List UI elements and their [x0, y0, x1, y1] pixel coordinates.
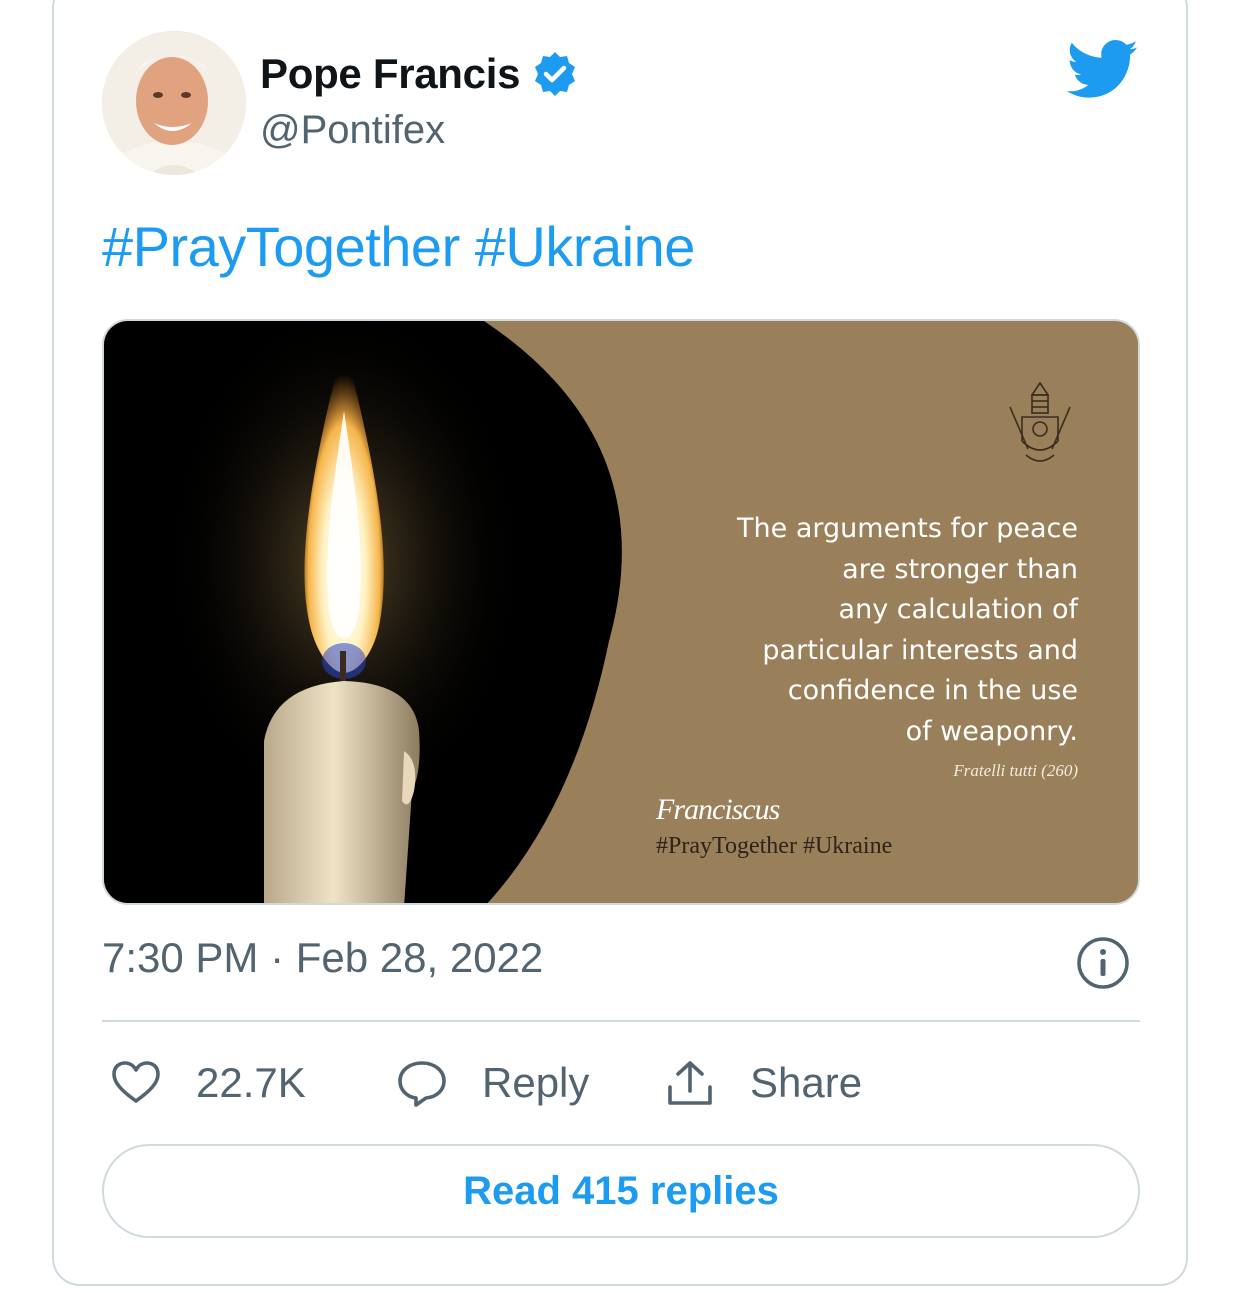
quote-line: any calculation of [838, 594, 1078, 625]
image-quote: The arguments for peace are stronger tha… [658, 509, 1078, 752]
tweet-timestamp[interactable]: 7:30 PM · Feb 28, 2022 [102, 934, 543, 982]
avatar[interactable] [102, 31, 246, 175]
image-hashtags: #PrayTogether #Ukraine [656, 833, 893, 859]
share-label: Share [750, 1059, 863, 1106]
like-count: 22.7K [196, 1059, 306, 1106]
author-handle[interactable]: @Pontifex [260, 108, 445, 153]
reply-button[interactable]: Reply [396, 1052, 589, 1114]
reply-bubble-icon [398, 1061, 446, 1107]
hashtag-link[interactable]: #PrayTogether [102, 215, 460, 278]
author-name[interactable]: Pope Francis [260, 50, 520, 98]
tweet-image[interactable]: The arguments for peace are stronger tha… [102, 319, 1140, 905]
read-replies-button[interactable]: Read 415 replies [102, 1144, 1140, 1238]
hashtag-link[interactable]: #Ukraine [475, 215, 696, 278]
quote-source: Fratelli tutti (260) [953, 761, 1078, 780]
heart-icon [112, 1061, 160, 1103]
info-icon[interactable] [1076, 936, 1130, 990]
quote-line: confidence in the use [787, 675, 1078, 706]
reply-label: Reply [482, 1059, 590, 1106]
tweet-text: #PrayTogether #Ukraine [102, 214, 695, 279]
quote-line: The arguments for peace [737, 513, 1078, 544]
divider [102, 1020, 1140, 1022]
verified-badge-icon [535, 52, 576, 96]
share-button[interactable]: Share [664, 1052, 862, 1114]
quote-line: are stronger than [842, 553, 1078, 585]
quote-line: of weaponry. [905, 715, 1078, 747]
share-icon [668, 1061, 712, 1105]
quote-line: particular interests and [762, 634, 1078, 666]
twitter-bird-icon[interactable] [1066, 40, 1140, 100]
signature: Franciscus [656, 793, 780, 826]
papal-crest-icon [1009, 381, 1071, 462]
like-button[interactable]: 22.7K [110, 1052, 306, 1114]
